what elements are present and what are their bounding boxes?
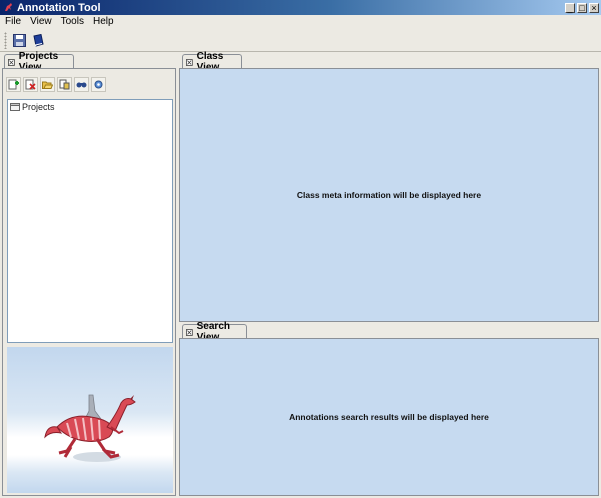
menu-view[interactable]: View [25, 16, 56, 28]
find-icon [76, 82, 87, 87]
close-button[interactable]: × [589, 2, 599, 13]
class-view-panel: Class View Class meta information will b… [179, 51, 599, 322]
main-toolbar [0, 29, 601, 52]
projects-view-body: Projects [2, 68, 176, 496]
menu-help[interactable]: Help [88, 16, 118, 28]
class-view-message: Class meta information will be displayed… [296, 190, 482, 200]
mascot-area [7, 347, 173, 493]
settings-gear-icon [94, 80, 103, 88]
projects-tree[interactable]: Projects [7, 99, 173, 343]
search-view-panel: Search View Annotations search results w… [179, 321, 599, 496]
book-icon [32, 33, 44, 47]
minimize-button[interactable]: _ [565, 2, 575, 13]
menu-bar: File View Tools Help [0, 15, 601, 29]
tree-node-projects[interactable]: Projects [10, 102, 55, 112]
add-project-icon [8, 79, 19, 89]
tab-search-view[interactable]: Search View [182, 321, 247, 343]
add-project-button[interactable] [6, 76, 21, 92]
find-button[interactable] [74, 76, 89, 92]
projects-toolbar [6, 73, 108, 95]
tab-view-icon [186, 58, 193, 66]
toolbar-grip[interactable] [4, 31, 7, 49]
delete-project-button[interactable] [23, 76, 38, 92]
menu-tools[interactable]: Tools [56, 16, 88, 28]
book-button[interactable] [30, 32, 46, 48]
search-view-message: Annotations search results will be displ… [289, 412, 489, 422]
projects-view-panel: Projects View [2, 51, 176, 496]
settings-button[interactable] [91, 76, 106, 92]
menu-file[interactable]: File [0, 16, 25, 28]
tab-class-view[interactable]: Class View [182, 51, 242, 73]
dinosaur-mascot-icon [44, 394, 136, 462]
tab-view-icon [8, 58, 15, 66]
app-icon [5, 3, 12, 11]
export-button[interactable] [57, 76, 72, 92]
search-view-body: Annotations search results will be displ… [179, 338, 599, 496]
tab-projects-view[interactable]: Projects View [4, 51, 74, 73]
maximize-button[interactable]: □ [577, 2, 587, 13]
delete-project-icon [25, 79, 36, 90]
title-bar: Annotation Tool _ □ × [0, 0, 601, 15]
save-button[interactable] [11, 32, 27, 48]
open-folder-icon [42, 81, 53, 89]
window-title: Annotation Tool [17, 1, 101, 14]
export-icon [59, 79, 70, 89]
tab-view-icon [186, 328, 193, 336]
tree-node-label: Projects [22, 102, 55, 112]
open-folder-button[interactable] [40, 76, 55, 92]
class-view-body: Class meta information will be displayed… [179, 68, 599, 322]
save-icon [12, 33, 26, 47]
folder-icon [10, 103, 20, 111]
